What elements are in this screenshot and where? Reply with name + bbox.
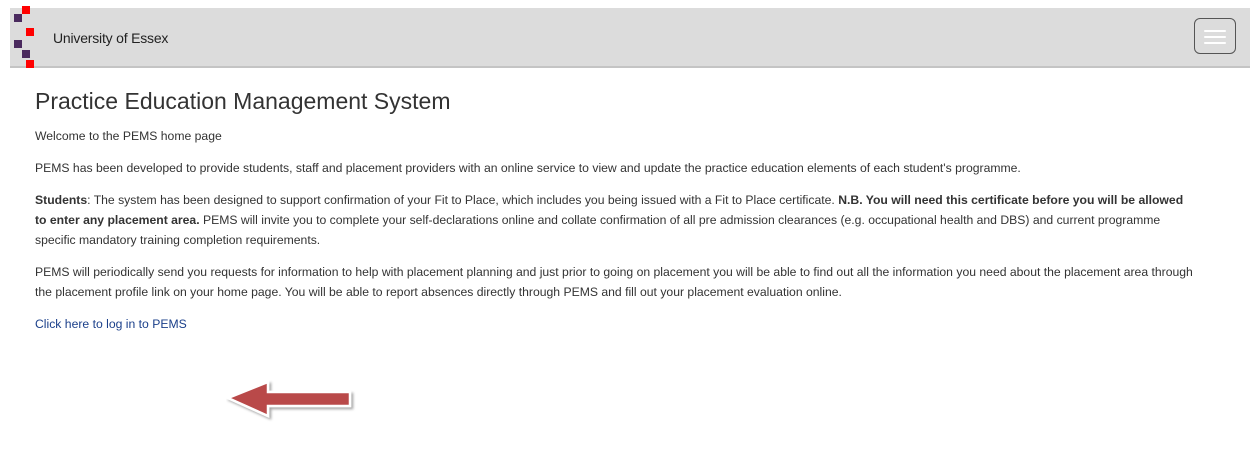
university-logo-icon [14,6,34,68]
students-label: Students [35,193,88,207]
page-title: Practice Education Management System [35,88,451,114]
brand-name[interactable]: University of Essex [53,30,168,46]
main-content: Practice Education Management System Wel… [35,86,1195,334]
menu-icon-bar [1204,30,1226,32]
welcome-text: Welcome to the PEMS home page [35,129,222,143]
login-link[interactable]: Click here to log in to PEMS [35,314,187,334]
pointer-arrow-icon [226,380,352,418]
students-paragraph: Students: The system has been designed t… [35,190,1195,250]
intro-paragraph: PEMS has been developed to provide stude… [35,161,1021,175]
hamburger-menu-button[interactable] [1194,18,1236,54]
menu-icon-bar [1204,42,1226,44]
students-text-part-1: : The system has been designed to suppor… [87,193,839,207]
info-paragraph: PEMS will periodically send you requests… [35,265,1193,299]
top-navbar: University of Essex [10,6,1250,68]
menu-icon-bar [1204,36,1226,38]
students-text-part-2: PEMS will invite you to complete your se… [35,213,1161,247]
